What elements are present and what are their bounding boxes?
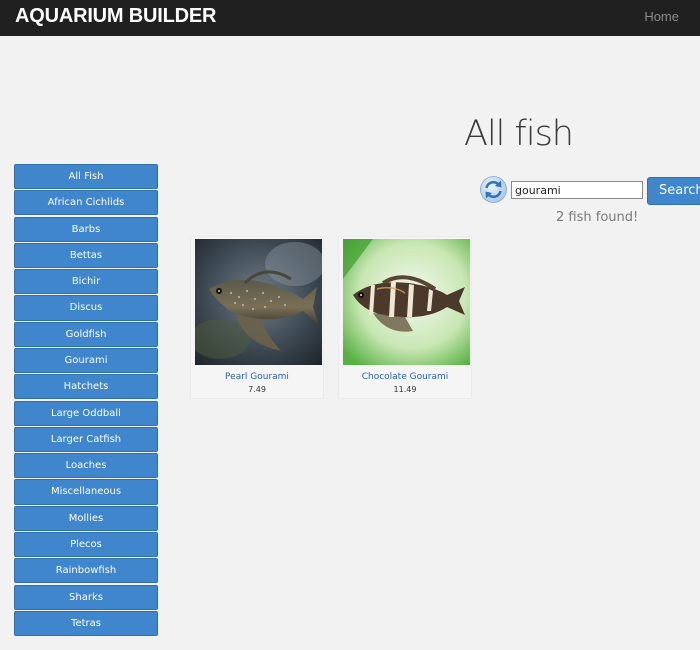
category-miscellaneous[interactable]: Miscellaneous [14, 479, 158, 505]
category-hatchets[interactable]: Hatchets [14, 374, 158, 400]
category-bichir[interactable]: Bichir [14, 269, 158, 295]
category-sidebar: All Fish African Cichlids Barbs Bettas B… [14, 164, 158, 637]
search-button[interactable]: Search [647, 177, 700, 205]
category-tetras[interactable]: Tetras [14, 610, 158, 636]
category-larger-catfish[interactable]: Larger Catfish [14, 426, 158, 452]
category-gourami[interactable]: Gourami [14, 347, 158, 374]
fish-card-chocolate-gourami: Chocolate Gourami 11.49 [338, 236, 472, 399]
brand-logo[interactable]: AQUARIUM BUILDER [15, 5, 216, 28]
category-bettas[interactable]: Bettas [14, 242, 158, 269]
fish-price: 7.49 [248, 385, 266, 394]
search-input[interactable] [511, 181, 643, 199]
category-large-oddball[interactable]: Large Oddball [14, 400, 158, 426]
category-barbs[interactable]: Barbs [14, 216, 158, 242]
pearl-gourami-photo[interactable] [195, 239, 322, 365]
category-plecos[interactable]: Plecos [14, 531, 158, 558]
category-discus[interactable]: Discus [14, 295, 158, 321]
page-title: All fish [464, 114, 574, 154]
category-loaches[interactable]: Loaches [14, 453, 158, 479]
category-african-cichlids[interactable]: African Cichlids [14, 190, 158, 216]
top-navbar: AQUARIUM BUILDER Home [0, 0, 700, 36]
fish-name[interactable]: Pearl Gourami [191, 372, 323, 382]
category-all-fish[interactable]: All Fish [14, 164, 158, 190]
fish-card-pearl-gourami: Pearl Gourami 7.49 [190, 236, 324, 399]
category-goldfish[interactable]: Goldfish [14, 321, 158, 347]
fish-price: 11.49 [393, 385, 417, 394]
home-link[interactable]: Home [644, 9, 679, 24]
refresh-icon[interactable] [480, 176, 507, 203]
category-sharks[interactable]: Sharks [14, 584, 158, 610]
fish-name[interactable]: Chocolate Gourami [339, 372, 471, 382]
result-count: 2 fish found! [556, 210, 639, 225]
category-mollies[interactable]: Mollies [14, 505, 158, 531]
category-rainbowfish[interactable]: Rainbowfish [14, 558, 158, 584]
chocolate-gourami-photo[interactable] [343, 239, 470, 365]
